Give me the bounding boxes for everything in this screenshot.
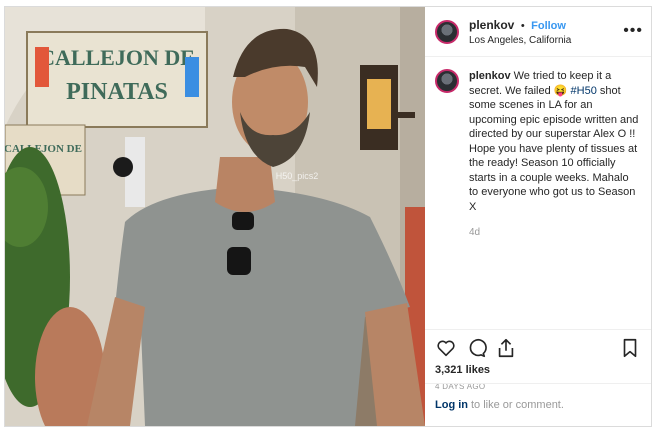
hashtag-link[interactable]: #H50: [571, 85, 597, 97]
caption-username[interactable]: plenkov: [469, 70, 511, 82]
caption-text-after: shot some scenes in LA for an upcoming e…: [469, 84, 639, 213]
comment-icon[interactable]: [465, 337, 487, 359]
post-sidebar: plenkov • Follow Los Angeles, California…: [425, 7, 651, 426]
sign-text-1: CALLEJON DE: [39, 45, 195, 70]
caption-timestamp[interactable]: 4d: [469, 226, 639, 241]
likes-count[interactable]: 3,321 likes: [435, 364, 641, 376]
separator-dot: •: [520, 20, 525, 33]
instagram-post: CALLEJON DE PINATAS CALLEJON DE H50_pics…: [4, 6, 652, 427]
login-text: to like or comment.: [471, 399, 564, 411]
action-icons: [435, 336, 641, 360]
login-bar: Log in to like or comment.: [425, 383, 651, 426]
avatar[interactable]: [435, 19, 459, 44]
header-text: plenkov • Follow Los Angeles, California: [469, 15, 571, 48]
caption-avatar[interactable]: [435, 69, 459, 93]
username-link[interactable]: plenkov: [469, 18, 514, 32]
bookmark-icon[interactable]: [619, 337, 641, 359]
more-options-icon[interactable]: •••: [623, 23, 643, 39]
heart-icon[interactable]: [435, 337, 457, 359]
watermark-text: H50_pics2: [276, 171, 319, 181]
post-photo[interactable]: CALLEJON DE PINATAS CALLEJON DE H50_pics…: [5, 7, 425, 426]
small-sign-text: CALLEJON DE: [5, 143, 82, 155]
sign-text-2: PINATAS: [66, 79, 168, 105]
actions-section: 3,321 likes 4 DAYS AGO: [425, 329, 651, 391]
post-header: plenkov • Follow Los Angeles, California…: [425, 7, 651, 57]
login-link[interactable]: Log in: [435, 399, 468, 411]
share-icon[interactable]: [495, 337, 517, 359]
follow-button[interactable]: Follow: [531, 20, 566, 32]
caption-block: plenkov We tried to keep it a secret. We …: [425, 57, 651, 241]
caption-body: plenkov We tried to keep it a secret. We …: [469, 69, 639, 241]
location-link[interactable]: Los Angeles, California: [469, 35, 571, 48]
photo-scene: CALLEJON DE PINATAS CALLEJON DE H50_pics…: [5, 7, 425, 426]
